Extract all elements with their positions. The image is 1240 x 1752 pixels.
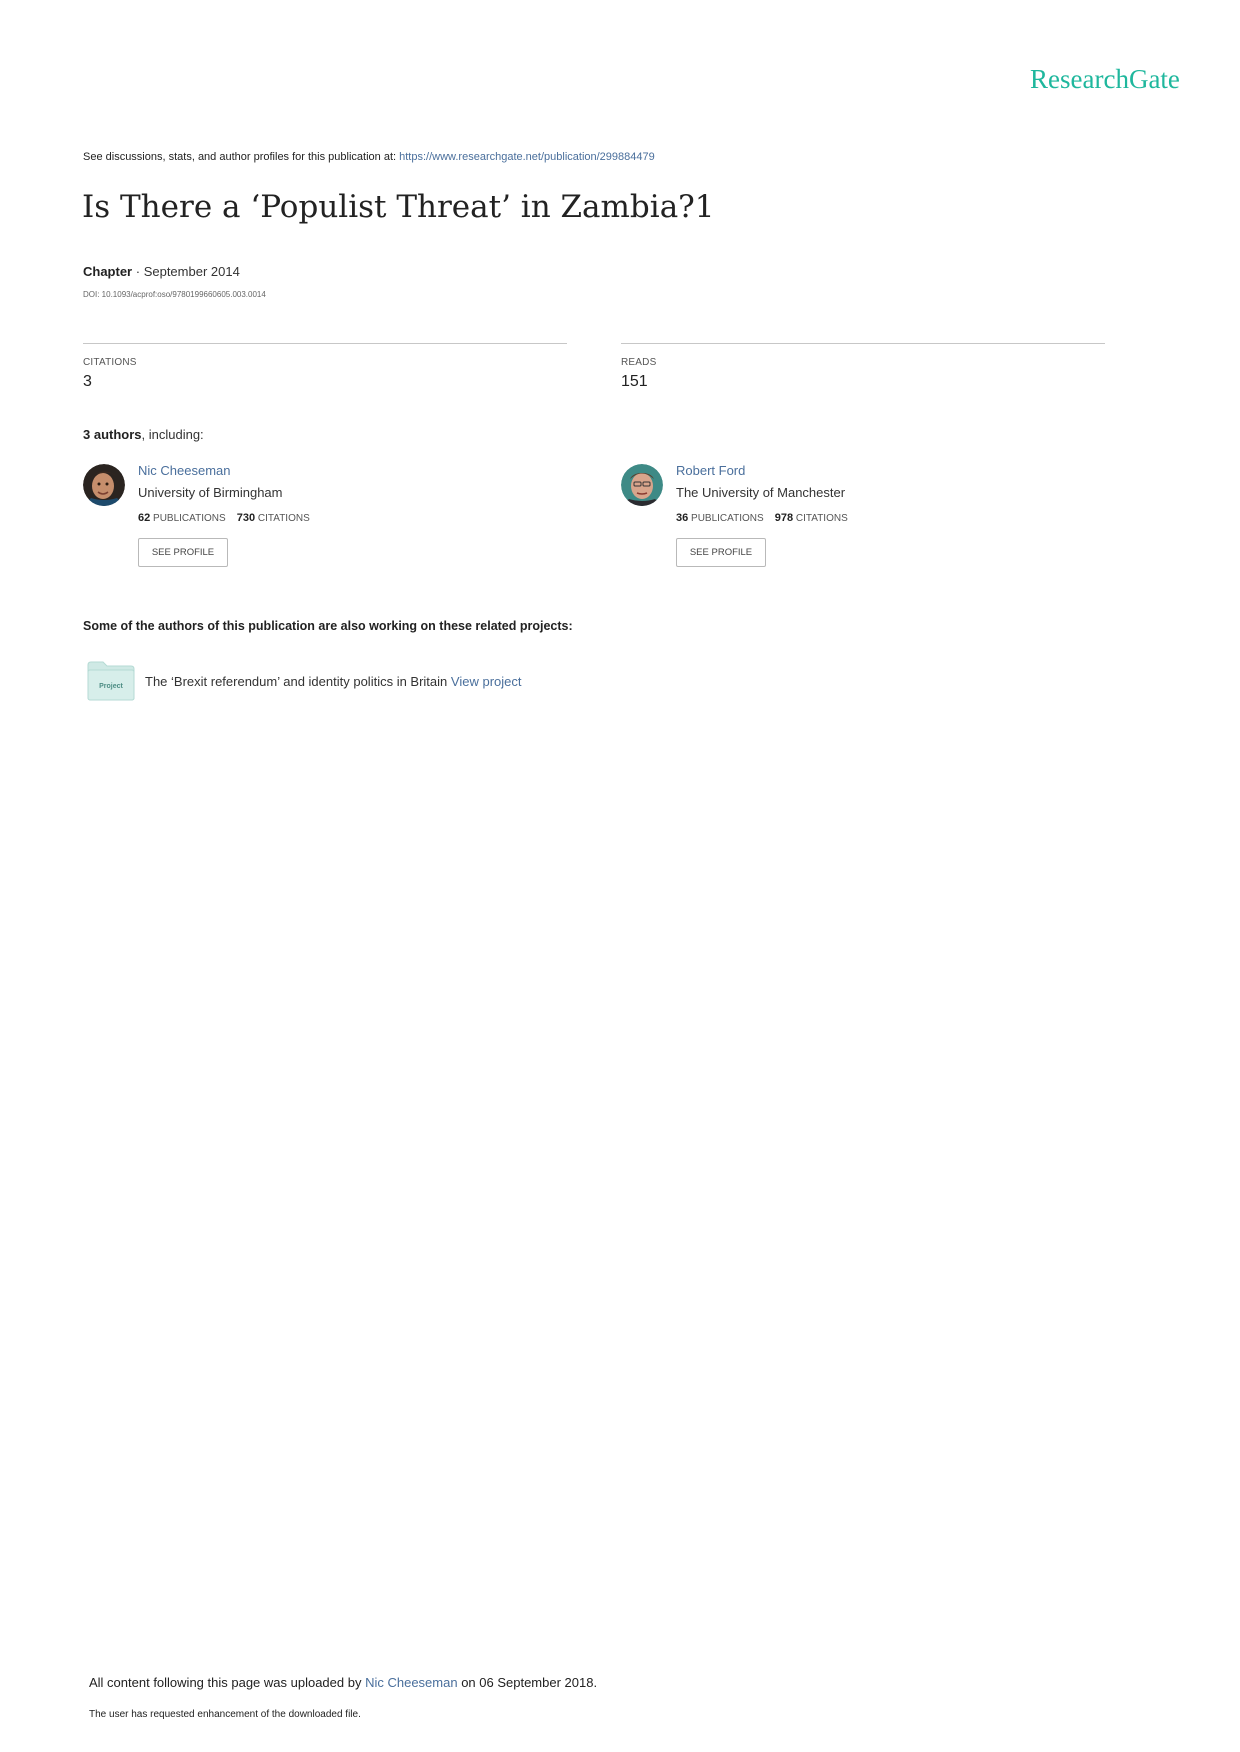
upload-suffix: on 06 September 2018. — [457, 1675, 598, 1690]
publication-source-line: See discussions, stats, and author profi… — [83, 151, 655, 163]
avatar-photo-icon — [83, 464, 125, 506]
enhancement-note: The user has requested enhancement of th… — [89, 1709, 361, 1720]
author-name-link[interactable]: Nic Cheeseman — [138, 463, 231, 478]
publication-date: September 2014 — [143, 264, 240, 279]
author-publications-count: 36 — [676, 512, 689, 524]
view-project-link[interactable]: View project — [451, 674, 522, 689]
reads-value: 151 — [621, 373, 648, 390]
publication-url-link[interactable]: https://www.researchgate.net/publication… — [399, 151, 655, 163]
avatar-photo-icon — [621, 464, 663, 506]
project-title: The ‘Brexit referendum’ and identity pol… — [145, 674, 448, 689]
author-citations-count: 978 — [774, 512, 794, 524]
uploader-link[interactable]: Nic Cheeseman — [365, 1675, 458, 1690]
author-name-link[interactable]: Robert Ford — [676, 463, 745, 478]
project-item: The ‘Brexit referendum’ and identity pol… — [145, 674, 521, 689]
publication-meta: Chapter · September 2014 — [83, 264, 240, 279]
researchgate-logo: ResearchGate — [1030, 64, 1180, 94]
reads-divider — [621, 343, 1105, 344]
author-publications-count: 62 — [138, 512, 151, 524]
reads-label: READS — [621, 357, 657, 368]
project-folder-icon[interactable]: Project — [87, 661, 135, 701]
related-projects-heading: Some of the authors of this publication … — [83, 619, 573, 633]
folder-icon: Project — [87, 661, 135, 701]
author-avatar[interactable] — [621, 464, 663, 506]
see-profile-button[interactable]: SEE PROFILE — [138, 538, 228, 567]
publication-doi: DOI: 10.1093/acprof:oso/9780199660605.00… — [83, 290, 266, 299]
project-icon-label: Project — [99, 683, 123, 690]
author-stats: 36 PUBLICATIONS 978 CITATIONS — [676, 512, 848, 524]
citations-divider — [83, 343, 567, 344]
publication-title: Is There a ‘Populist Threat’ in Zambia?1 — [82, 189, 715, 225]
author-avatar[interactable] — [83, 464, 125, 506]
citations-label: CITATIONS — [83, 357, 137, 368]
author-citations-label: CITATIONS — [257, 513, 310, 524]
author-citations-label: CITATIONS — [795, 513, 848, 524]
source-text: See discussions, stats, and author profi… — [83, 151, 400, 163]
author-stats: 62 PUBLICATIONS 730 CITATIONS — [138, 512, 310, 524]
publication-type: Chapter — [83, 264, 133, 279]
meta-separator: · — [132, 264, 144, 279]
authors-suffix: , including: — [141, 427, 204, 442]
authors-count: 3 authors — [83, 427, 142, 442]
author-citations-count: 730 — [236, 512, 256, 524]
upload-prefix: All content following this page was uplo… — [89, 1675, 366, 1690]
author-institution: The University of Manchester — [676, 485, 846, 500]
author-publications-label: PUBLICATIONS — [153, 513, 226, 524]
author-publications-label: PUBLICATIONS — [691, 513, 764, 524]
upload-info: All content following this page was uplo… — [89, 1675, 597, 1690]
see-profile-button[interactable]: SEE PROFILE — [676, 538, 766, 567]
authors-summary: 3 authors, including: — [83, 427, 204, 442]
citations-value: 3 — [83, 373, 92, 390]
author-institution: University of Birmingham — [138, 485, 283, 500]
